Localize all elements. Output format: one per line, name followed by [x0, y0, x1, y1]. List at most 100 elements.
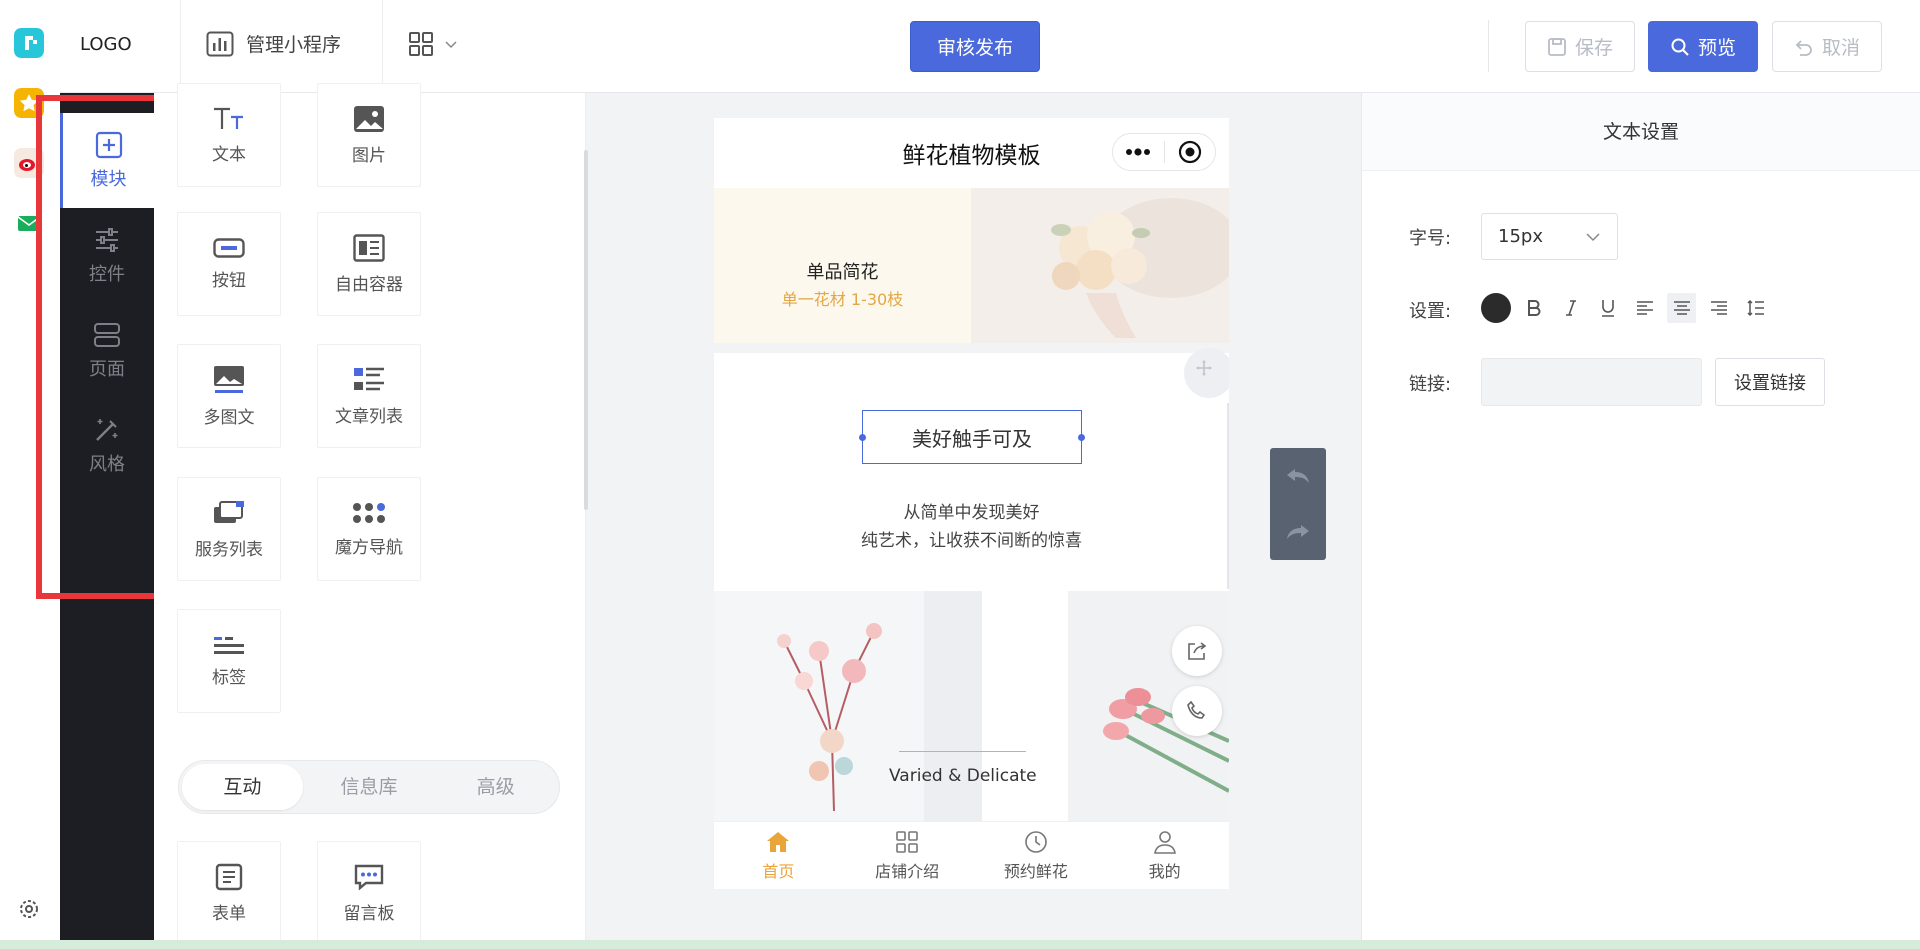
- more-button[interactable]: [1113, 148, 1164, 156]
- nav-item-style[interactable]: 风格: [60, 398, 154, 493]
- image-icon: [353, 105, 385, 133]
- call-button[interactable]: [1172, 686, 1222, 736]
- underline-button[interactable]: [1593, 293, 1622, 323]
- gear-icon[interactable]: [16, 896, 42, 922]
- module-service-list[interactable]: 服务列表: [177, 477, 281, 581]
- module-panel: 文本 图片 按钮 自由容器 多图文: [154, 93, 586, 949]
- tab-info-library[interactable]: 信息库: [309, 764, 430, 810]
- module-label: 留言板: [344, 899, 395, 924]
- app-logo-icon[interactable]: [14, 28, 44, 58]
- module-label: 按钮: [212, 266, 246, 291]
- italic-button[interactable]: [1556, 293, 1585, 323]
- manage-miniprogram-link[interactable]: 管理小程序: [206, 30, 341, 57]
- bold-button[interactable]: [1519, 293, 1548, 323]
- module-form[interactable]: 表单: [177, 841, 281, 945]
- module-text[interactable]: 文本: [177, 83, 281, 187]
- close-miniprogram-button[interactable]: [1165, 140, 1216, 164]
- line-height-button[interactable]: [1741, 293, 1770, 323]
- tabbar-label: 我的: [1149, 858, 1181, 882]
- tabbar-label: 预约鲜花: [1004, 858, 1068, 882]
- sliders-icon: [93, 226, 121, 254]
- module-label: 图片: [352, 141, 386, 166]
- resize-handle[interactable]: [859, 434, 866, 441]
- module-button[interactable]: 按钮: [177, 212, 281, 316]
- preview-button[interactable]: 预览: [1648, 21, 1758, 72]
- module-cube-nav[interactable]: 魔方导航: [317, 477, 421, 581]
- cancel-button[interactable]: 取消: [1772, 21, 1882, 72]
- module-tabs: 互动 信息库 高级: [178, 760, 560, 814]
- module-article-list[interactable]: 文章列表: [317, 344, 421, 448]
- font-size-select[interactable]: 15px: [1481, 213, 1618, 260]
- star-icon[interactable]: [14, 88, 44, 118]
- top-bar: LOGO 管理小程序 审核发布 保存 预览: [60, 0, 1920, 93]
- align-left-icon: [1636, 300, 1654, 316]
- tabbar-item-booking[interactable]: 预约鲜花: [972, 822, 1101, 889]
- scrollbar[interactable]: [584, 150, 588, 510]
- resize-handle[interactable]: [1078, 434, 1085, 441]
- divider: [1227, 403, 1229, 589]
- link-label: 链接:: [1409, 370, 1451, 396]
- nav-item-pages[interactable]: 页面: [60, 303, 154, 398]
- font-size-value: 15px: [1498, 226, 1543, 247]
- text-color-picker[interactable]: [1481, 293, 1511, 323]
- logo: LOGO: [80, 34, 132, 55]
- module-label: 文章列表: [335, 402, 403, 427]
- module-message-board[interactable]: 留言板: [317, 841, 421, 945]
- divider: [1488, 20, 1489, 72]
- module-container[interactable]: 自由容器: [317, 212, 421, 316]
- nav-item-controls[interactable]: 控件: [60, 208, 154, 303]
- save-button[interactable]: 保存: [1525, 21, 1635, 72]
- module-multi-image[interactable]: 多图文: [177, 344, 281, 448]
- bar-chart-icon: [206, 31, 234, 57]
- search-icon: [1670, 37, 1690, 57]
- module-label: 魔方导航: [335, 533, 403, 558]
- tab-interactive[interactable]: 互动: [182, 764, 303, 810]
- align-center-icon: [1673, 300, 1691, 316]
- move-handle[interactable]: [1184, 348, 1229, 398]
- apps-menu[interactable]: [408, 31, 458, 57]
- selected-text-block[interactable]: 美好触手可及: [862, 410, 1082, 464]
- redo-button[interactable]: [1270, 504, 1326, 560]
- container-icon: [353, 234, 385, 262]
- share-icon: [1185, 639, 1209, 663]
- underline-icon: [1601, 299, 1615, 317]
- message-board-icon: [353, 863, 385, 891]
- preview-label: 预览: [1698, 33, 1736, 60]
- weibo-icon[interactable]: [14, 148, 44, 178]
- nav-item-label: 风格: [89, 450, 125, 476]
- gallery-caption: Varied & Delicate: [889, 766, 1037, 786]
- manage-label: 管理小程序: [246, 30, 341, 57]
- undo-button[interactable]: [1270, 448, 1326, 504]
- article-list-icon: [353, 366, 385, 394]
- set-link-button[interactable]: 设置链接: [1715, 358, 1825, 406]
- tabbar-item-home[interactable]: 首页: [714, 822, 843, 889]
- align-center-button[interactable]: [1667, 293, 1696, 323]
- tabbar-item-mine[interactable]: 我的: [1100, 822, 1229, 889]
- nav-item-modules[interactable]: 模块: [60, 113, 154, 208]
- chevron-down-icon: [1585, 232, 1601, 242]
- share-button[interactable]: [1172, 626, 1222, 676]
- banner-subtitle: 单一花材 1-30枝: [714, 286, 971, 310]
- italic-icon: [1564, 300, 1578, 316]
- status-strip: [0, 940, 1920, 949]
- module-label: 表单: [212, 899, 246, 924]
- panel-title: 文本设置: [1362, 93, 1920, 171]
- bouquet-photo: [971, 188, 1229, 343]
- nav-item-label: 模块: [91, 165, 127, 191]
- banner-text-block: 单品简花 单一花材 1-30枝: [714, 188, 971, 343]
- module-tag[interactable]: 标签: [177, 609, 281, 713]
- module-label: 文本: [212, 140, 246, 165]
- link-input[interactable]: [1481, 358, 1702, 406]
- tabbar-label: 店铺介绍: [875, 858, 939, 882]
- chevron-down-icon: [444, 39, 458, 49]
- tabbar-item-store[interactable]: 店铺介绍: [843, 822, 972, 889]
- pages-icon: [93, 321, 121, 349]
- mail-icon[interactable]: [14, 208, 44, 238]
- publish-button[interactable]: 审核发布: [910, 21, 1040, 72]
- module-image[interactable]: 图片: [317, 83, 421, 187]
- align-left-button[interactable]: [1630, 293, 1659, 323]
- divider: [714, 343, 1229, 353]
- align-right-button[interactable]: [1704, 293, 1733, 323]
- tab-advanced[interactable]: 高级: [435, 764, 556, 810]
- settings-label: 设置:: [1409, 297, 1451, 323]
